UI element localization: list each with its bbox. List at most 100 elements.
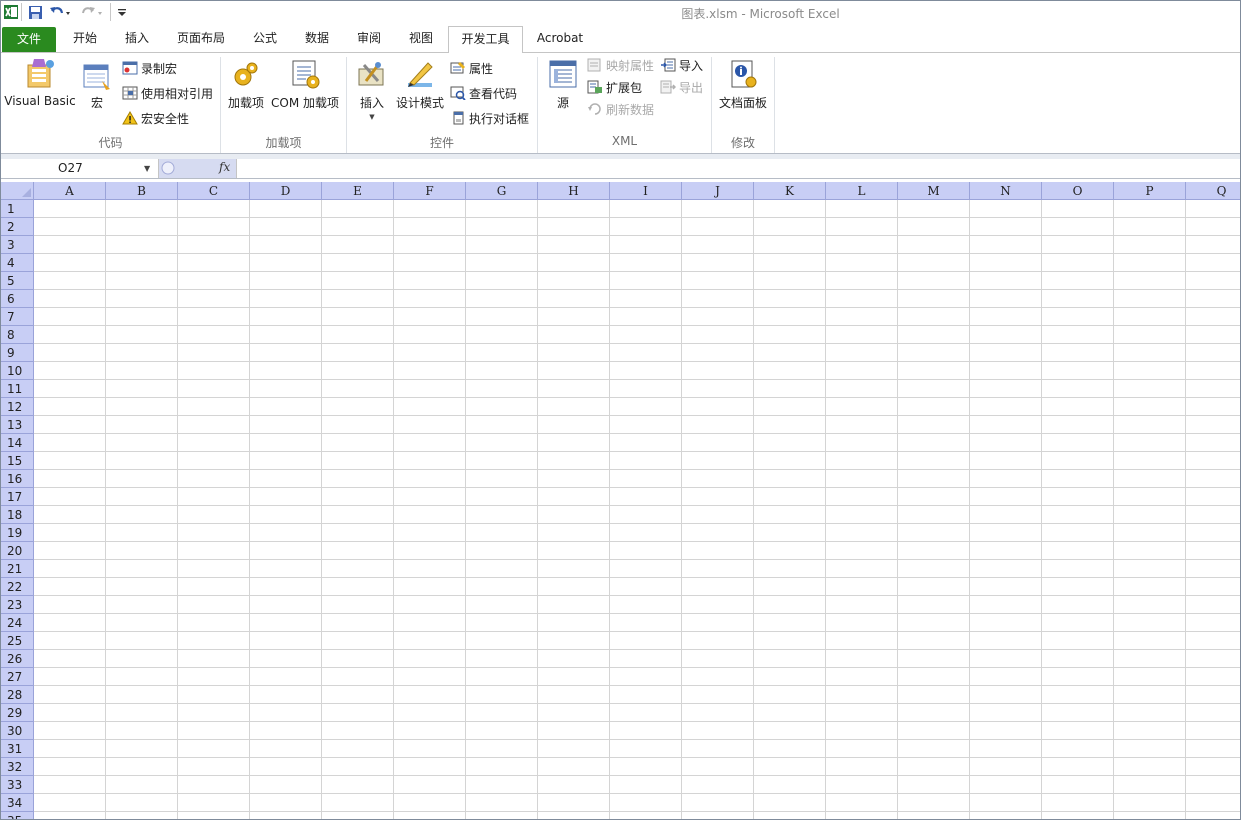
row-header[interactable]: 17 [1, 488, 34, 506]
column-header[interactable]: H [538, 182, 610, 200]
tab-acrobat[interactable]: Acrobat [527, 26, 593, 53]
column-header[interactable]: P [1114, 182, 1186, 200]
column-header[interactable]: B [106, 182, 178, 200]
column-header[interactable]: F [394, 182, 466, 200]
run-dialog-button[interactable]: 执行对话框 [450, 110, 529, 126]
worksheet: ABCDEFGHIJKLMNOPQ 1 2 3 4 5 6 7 8 9 10 11 12 13 14 15 1… [1, 182, 1240, 819]
tab-insert[interactable]: 插入 [112, 26, 162, 53]
column-header[interactable]: M [898, 182, 970, 200]
row-header[interactable]: 33 [1, 776, 34, 794]
column-header[interactable]: L [826, 182, 898, 200]
design-mode-button[interactable]: 设计模式 [395, 59, 445, 111]
row-header[interactable]: 20 [1, 542, 34, 560]
row-header[interactable]: 1 [1, 200, 34, 218]
cell-grid[interactable] [34, 200, 1240, 819]
row-header[interactable]: 24 [1, 614, 34, 632]
relative-references-button[interactable]: 使用相对引用 [122, 85, 213, 101]
row-header[interactable]: 3 [1, 236, 34, 254]
row-header[interactable]: 10 [1, 362, 34, 380]
column-header[interactable]: K [754, 182, 826, 200]
expansion-packs-button[interactable]: 扩展包 [587, 79, 642, 95]
row-header[interactable]: 4 [1, 254, 34, 272]
select-all-button[interactable] [1, 182, 34, 200]
ribbon: Visual Basic 宏 录制宏 使用相对引用 宏安全性 代码 加载项 CO… [1, 53, 1240, 154]
row-header[interactable]: 14 [1, 434, 34, 452]
insert-controls-button[interactable]: 插入 ▼ [353, 59, 391, 121]
macro-security-button[interactable]: 宏安全性 [122, 110, 189, 126]
xml-source-icon [549, 60, 577, 88]
formula-bar-handle-icon[interactable] [161, 161, 175, 175]
tab-data[interactable]: 数据 [292, 26, 342, 53]
group-label-code: 代码 [98, 136, 123, 150]
view-code-button[interactable]: 查看代码 [450, 85, 517, 101]
row-header[interactable]: 30 [1, 722, 34, 740]
import-icon [661, 58, 676, 72]
column-header[interactable]: D [250, 182, 322, 200]
row-header[interactable]: 18 [1, 506, 34, 524]
document-panel-button[interactable]: 文档面板 [717, 59, 769, 111]
row-header[interactable]: 13 [1, 416, 34, 434]
name-box[interactable]: O27 [2, 159, 159, 178]
column-header[interactable]: O [1042, 182, 1114, 200]
insert-function-button[interactable]: fx [219, 160, 230, 174]
row-header[interactable]: 5 [1, 272, 34, 290]
row-header[interactable]: 23 [1, 596, 34, 614]
visual-basic-icon [27, 59, 54, 88]
dropdown-arrow-icon: ▼ [369, 113, 375, 121]
row-header[interactable]: 28 [1, 686, 34, 704]
design-mode-icon [408, 62, 433, 87]
row-header[interactable]: 16 [1, 470, 34, 488]
column-header[interactable]: N [970, 182, 1042, 200]
row-header[interactable]: 34 [1, 794, 34, 812]
tab-home[interactable]: 开始 [60, 26, 110, 53]
column-header[interactable]: A [34, 182, 106, 200]
xml-export-button[interactable]: 导出 [660, 79, 703, 95]
macros-button[interactable]: 宏 [79, 63, 115, 111]
map-properties-button[interactable]: 映射属性 [587, 57, 654, 73]
tab-file[interactable]: 文件 [2, 27, 56, 52]
row-header[interactable]: 21 [1, 560, 34, 578]
tab-review[interactable]: 审阅 [344, 26, 394, 53]
row-header[interactable]: 19 [1, 524, 34, 542]
row-header[interactable]: 2 [1, 218, 34, 236]
row-header[interactable]: 31 [1, 740, 34, 758]
row-header[interactable]: 9 [1, 344, 34, 362]
row-header[interactable]: 8 [1, 326, 34, 344]
row-header[interactable]: 6 [1, 290, 34, 308]
row-header[interactable]: 27 [1, 668, 34, 686]
xml-source-button[interactable]: 源 [544, 59, 582, 111]
row-header[interactable]: 26 [1, 650, 34, 668]
tab-view[interactable]: 视图 [396, 26, 446, 53]
row-header[interactable]: 29 [1, 704, 34, 722]
row-header[interactable]: 15 [1, 452, 34, 470]
visual-basic-button[interactable]: Visual Basic [4, 57, 76, 108]
toolbox-icon [358, 62, 384, 86]
row-header[interactable]: 32 [1, 758, 34, 776]
row-header[interactable]: 35 [1, 812, 34, 819]
xml-import-button[interactable]: 导入 [660, 57, 703, 73]
formula-input[interactable] [238, 159, 1240, 178]
column-header[interactable]: J [682, 182, 754, 200]
refresh-data-icon [588, 103, 601, 115]
column-header[interactable]: Q [1186, 182, 1240, 200]
row-header[interactable]: 7 [1, 308, 34, 326]
column-header[interactable]: I [610, 182, 682, 200]
properties-button[interactable]: 属性 [450, 60, 493, 76]
row-header[interactable]: 12 [1, 398, 34, 416]
com-addins-button[interactable]: COM 加载项 [269, 59, 341, 111]
map-properties-icon [587, 58, 601, 72]
tab-page-layout[interactable]: 页面布局 [164, 26, 238, 53]
column-header[interactable]: G [466, 182, 538, 200]
addins-button[interactable]: 加载项 [225, 59, 267, 111]
row-header[interactable]: 22 [1, 578, 34, 596]
row-header[interactable]: 25 [1, 632, 34, 650]
document-panel-icon [731, 60, 757, 88]
tab-developer[interactable]: 开发工具 [448, 26, 523, 54]
tab-formulas[interactable]: 公式 [240, 26, 290, 53]
record-macro-button[interactable]: 录制宏 [122, 60, 177, 76]
name-box-dropdown-icon[interactable]: ▼ [144, 159, 156, 178]
column-header[interactable]: C [178, 182, 250, 200]
row-header[interactable]: 11 [1, 380, 34, 398]
refresh-data-button[interactable]: 刷新数据 [587, 101, 654, 117]
column-header[interactable]: E [322, 182, 394, 200]
